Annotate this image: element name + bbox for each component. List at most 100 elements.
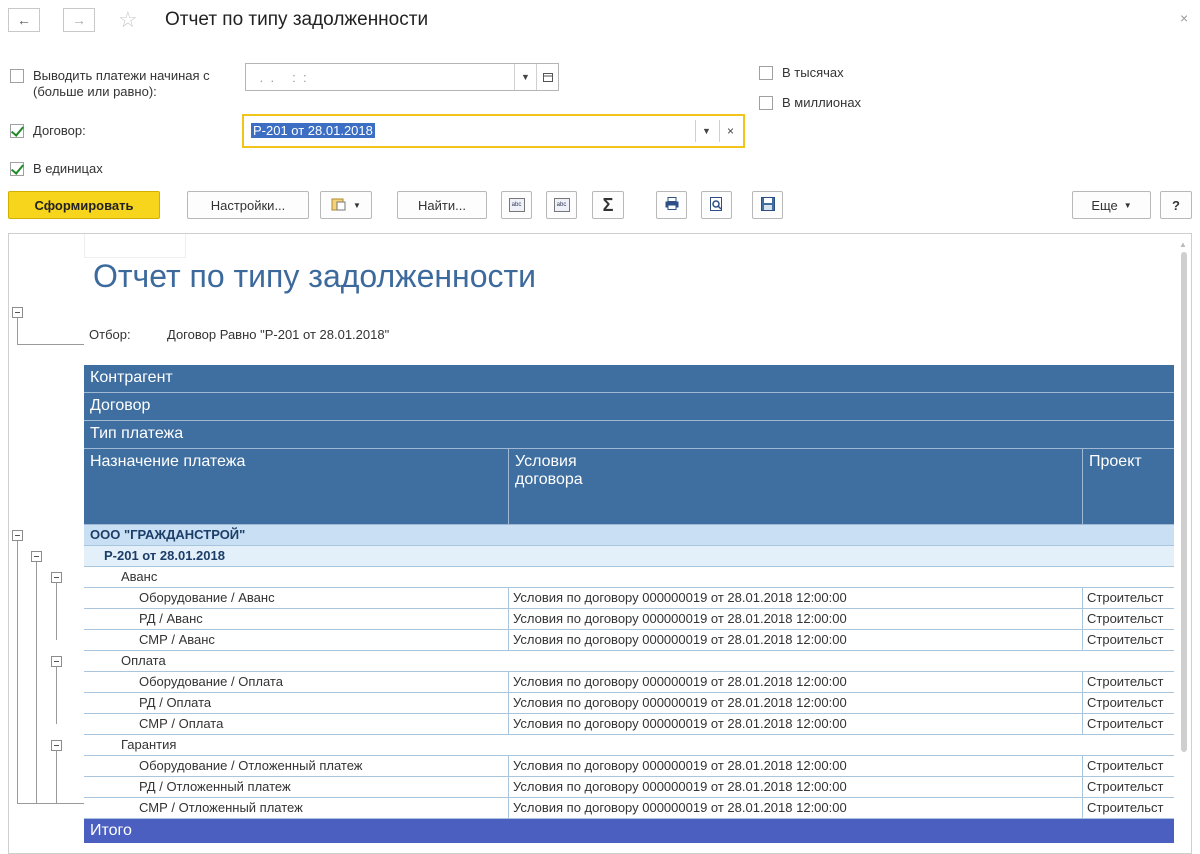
- tree-line: [17, 318, 18, 344]
- counterparty-collapse-icon[interactable]: [12, 530, 23, 541]
- report-corner-cell: [84, 234, 186, 258]
- total-label: Итого: [90, 822, 132, 839]
- table-row[interactable]: Оборудование / Отложенный платеж Условия…: [84, 756, 1174, 777]
- in-thousands-checkbox[interactable]: [759, 66, 773, 80]
- group-row[interactable]: Оплата: [84, 651, 1174, 672]
- date-dropdown-icon[interactable]: ▼: [514, 64, 536, 90]
- collapse-groups-button[interactable]: abc: [501, 191, 532, 219]
- conditions-cell: Условия по договору 000000019 от 28.01.2…: [513, 800, 847, 815]
- more-label: Еще: [1091, 197, 1118, 213]
- chevron-down-icon: ▼: [1123, 200, 1132, 210]
- generate-button[interactable]: Сформировать: [8, 191, 160, 219]
- contract-row[interactable]: Р-201 от 28.01.2018: [84, 546, 1174, 567]
- help-button[interactable]: ?: [1160, 191, 1192, 219]
- window-title: Отчет по типу задолженности: [165, 9, 429, 30]
- group-row[interactable]: Гарантия: [84, 735, 1174, 756]
- scroll-up-icon[interactable]: ▲: [1179, 240, 1187, 249]
- tree-line: [56, 745, 57, 803]
- print-preview-icon: [710, 196, 723, 214]
- header-conditions-cell: Условия договора: [508, 449, 583, 524]
- calendar-icon[interactable]: [536, 64, 558, 90]
- conditions-cell: Условия по договору 000000019 от 28.01.2…: [513, 674, 847, 689]
- report-document[interactable]: Отчет по типу задолженности Отбор: Догов…: [8, 233, 1192, 854]
- table-row[interactable]: СМР / Оплата Условия по договору 0000000…: [84, 714, 1174, 735]
- header-counterparty: Контрагент: [84, 365, 1174, 393]
- forward-button[interactable]: →: [63, 8, 95, 32]
- project-cell: Строительст: [1087, 800, 1164, 815]
- header-project: Проект: [1089, 453, 1142, 470]
- conditions-cell: Условия по договору 000000019 от 28.01.2…: [513, 632, 847, 647]
- project-cell: Строительст: [1087, 590, 1164, 605]
- sum-button[interactable]: Σ: [592, 191, 624, 219]
- close-icon[interactable]: ×: [1180, 10, 1188, 26]
- report-title: Отчет по типу задолженности: [93, 258, 537, 294]
- conditions-cell: Условия по договору 000000019 от 28.01.2…: [513, 779, 847, 794]
- header-purpose: Назначение платежа: [90, 453, 246, 470]
- table-row[interactable]: РД / Оплата Условия по договору 00000001…: [84, 693, 1174, 714]
- total-row: Итого: [84, 819, 1174, 843]
- purpose-cell: СМР / Отложенный платеж: [139, 800, 303, 815]
- table-row[interactable]: Оборудование / Аванс Условия по договору…: [84, 588, 1174, 609]
- group-name: Гарантия: [121, 737, 177, 752]
- project-cell: Строительст: [1087, 632, 1164, 647]
- find-button[interactable]: Найти...: [397, 191, 487, 219]
- project-cell: Строительст: [1087, 716, 1164, 731]
- group-collapse-icon[interactable]: [51, 572, 62, 583]
- vertical-scrollbar[interactable]: [1181, 252, 1187, 752]
- preview-button[interactable]: [701, 191, 732, 219]
- purpose-cell: РД / Оплата: [139, 695, 212, 710]
- in-millions-checkbox[interactable]: [759, 96, 773, 110]
- group-name: Аванс: [121, 569, 158, 584]
- contract-field[interactable]: Р-201 от 28.01.2018 ▼ ×: [242, 114, 745, 148]
- contract-label: Договор:: [33, 123, 86, 138]
- date-field[interactable]: . . : : ▼: [245, 63, 559, 91]
- project-cell: Строительст: [1087, 674, 1164, 689]
- contract-checkbox[interactable]: [10, 124, 24, 138]
- more-button[interactable]: Еще ▼: [1072, 191, 1151, 219]
- back-arrow-icon: ←: [17, 12, 31, 28]
- variants-button[interactable]: ▼: [320, 191, 372, 219]
- table-row[interactable]: РД / Отложенный платеж Условия по догово…: [84, 777, 1174, 798]
- group-collapse-icon[interactable]: [51, 656, 62, 667]
- purpose-cell: СМР / Аванс: [139, 632, 215, 647]
- expand-groups-button[interactable]: abc: [546, 191, 577, 219]
- group-name: Оплата: [121, 653, 166, 668]
- in-units-checkbox[interactable]: [10, 162, 24, 176]
- table-row[interactable]: СМР / Отложенный платеж Условия по догов…: [84, 798, 1174, 819]
- counterparty-row[interactable]: ООО "ГРАЖДАНСТРОЙ": [84, 525, 1174, 546]
- favorite-star-icon[interactable]: ☆: [118, 8, 138, 32]
- save-button[interactable]: [752, 191, 783, 219]
- header-payment-type: Тип платежа: [84, 421, 1174, 449]
- collapse-groups-icon: abc: [508, 198, 525, 212]
- payments-from-checkbox[interactable]: [10, 69, 24, 83]
- contract-clear-icon[interactable]: ×: [719, 120, 741, 142]
- tree-line: [36, 803, 84, 804]
- table-row[interactable]: Оборудование / Оплата Условия по договор…: [84, 672, 1174, 693]
- header-collapse-icon[interactable]: [12, 307, 23, 318]
- table-row[interactable]: РД / Аванс Условия по договору 000000019…: [84, 609, 1174, 630]
- conditions-cell: Условия по договору 000000019 от 28.01.2…: [513, 758, 847, 773]
- settings-button[interactable]: Настройки...: [187, 191, 309, 219]
- tree-line: [56, 577, 57, 640]
- print-button[interactable]: [656, 191, 687, 219]
- header-contract: Договор: [84, 393, 1174, 421]
- table-row[interactable]: СМР / Аванс Условия по договору 00000001…: [84, 630, 1174, 651]
- purpose-cell: СМР / Оплата: [139, 716, 224, 731]
- floppy-disk-icon: [760, 196, 775, 214]
- conditions-cell: Условия по договору 000000019 от 28.01.2…: [513, 590, 847, 605]
- purpose-cell: Оборудование / Оплата: [139, 674, 283, 689]
- filter-value: Договор Равно "Р-201 от 28.01.2018": [167, 327, 390, 342]
- tree-line: [36, 556, 37, 803]
- tree-line: [17, 344, 84, 345]
- contract-collapse-icon[interactable]: [31, 551, 42, 562]
- report-variant-icon: [331, 197, 349, 214]
- group-collapse-icon[interactable]: [51, 740, 62, 751]
- back-button[interactable]: ←: [8, 8, 40, 32]
- contract-dropdown-icon[interactable]: ▼: [695, 120, 717, 142]
- group-row[interactable]: Аванс: [84, 567, 1174, 588]
- purpose-cell: РД / Отложенный платеж: [139, 779, 291, 794]
- conditions-cell: Условия по договору 000000019 от 28.01.2…: [513, 695, 847, 710]
- purpose-cell: РД / Аванс: [139, 611, 203, 626]
- tree-line: [17, 535, 18, 803]
- contract-value: Р-201 от 28.01.2018: [251, 123, 375, 138]
